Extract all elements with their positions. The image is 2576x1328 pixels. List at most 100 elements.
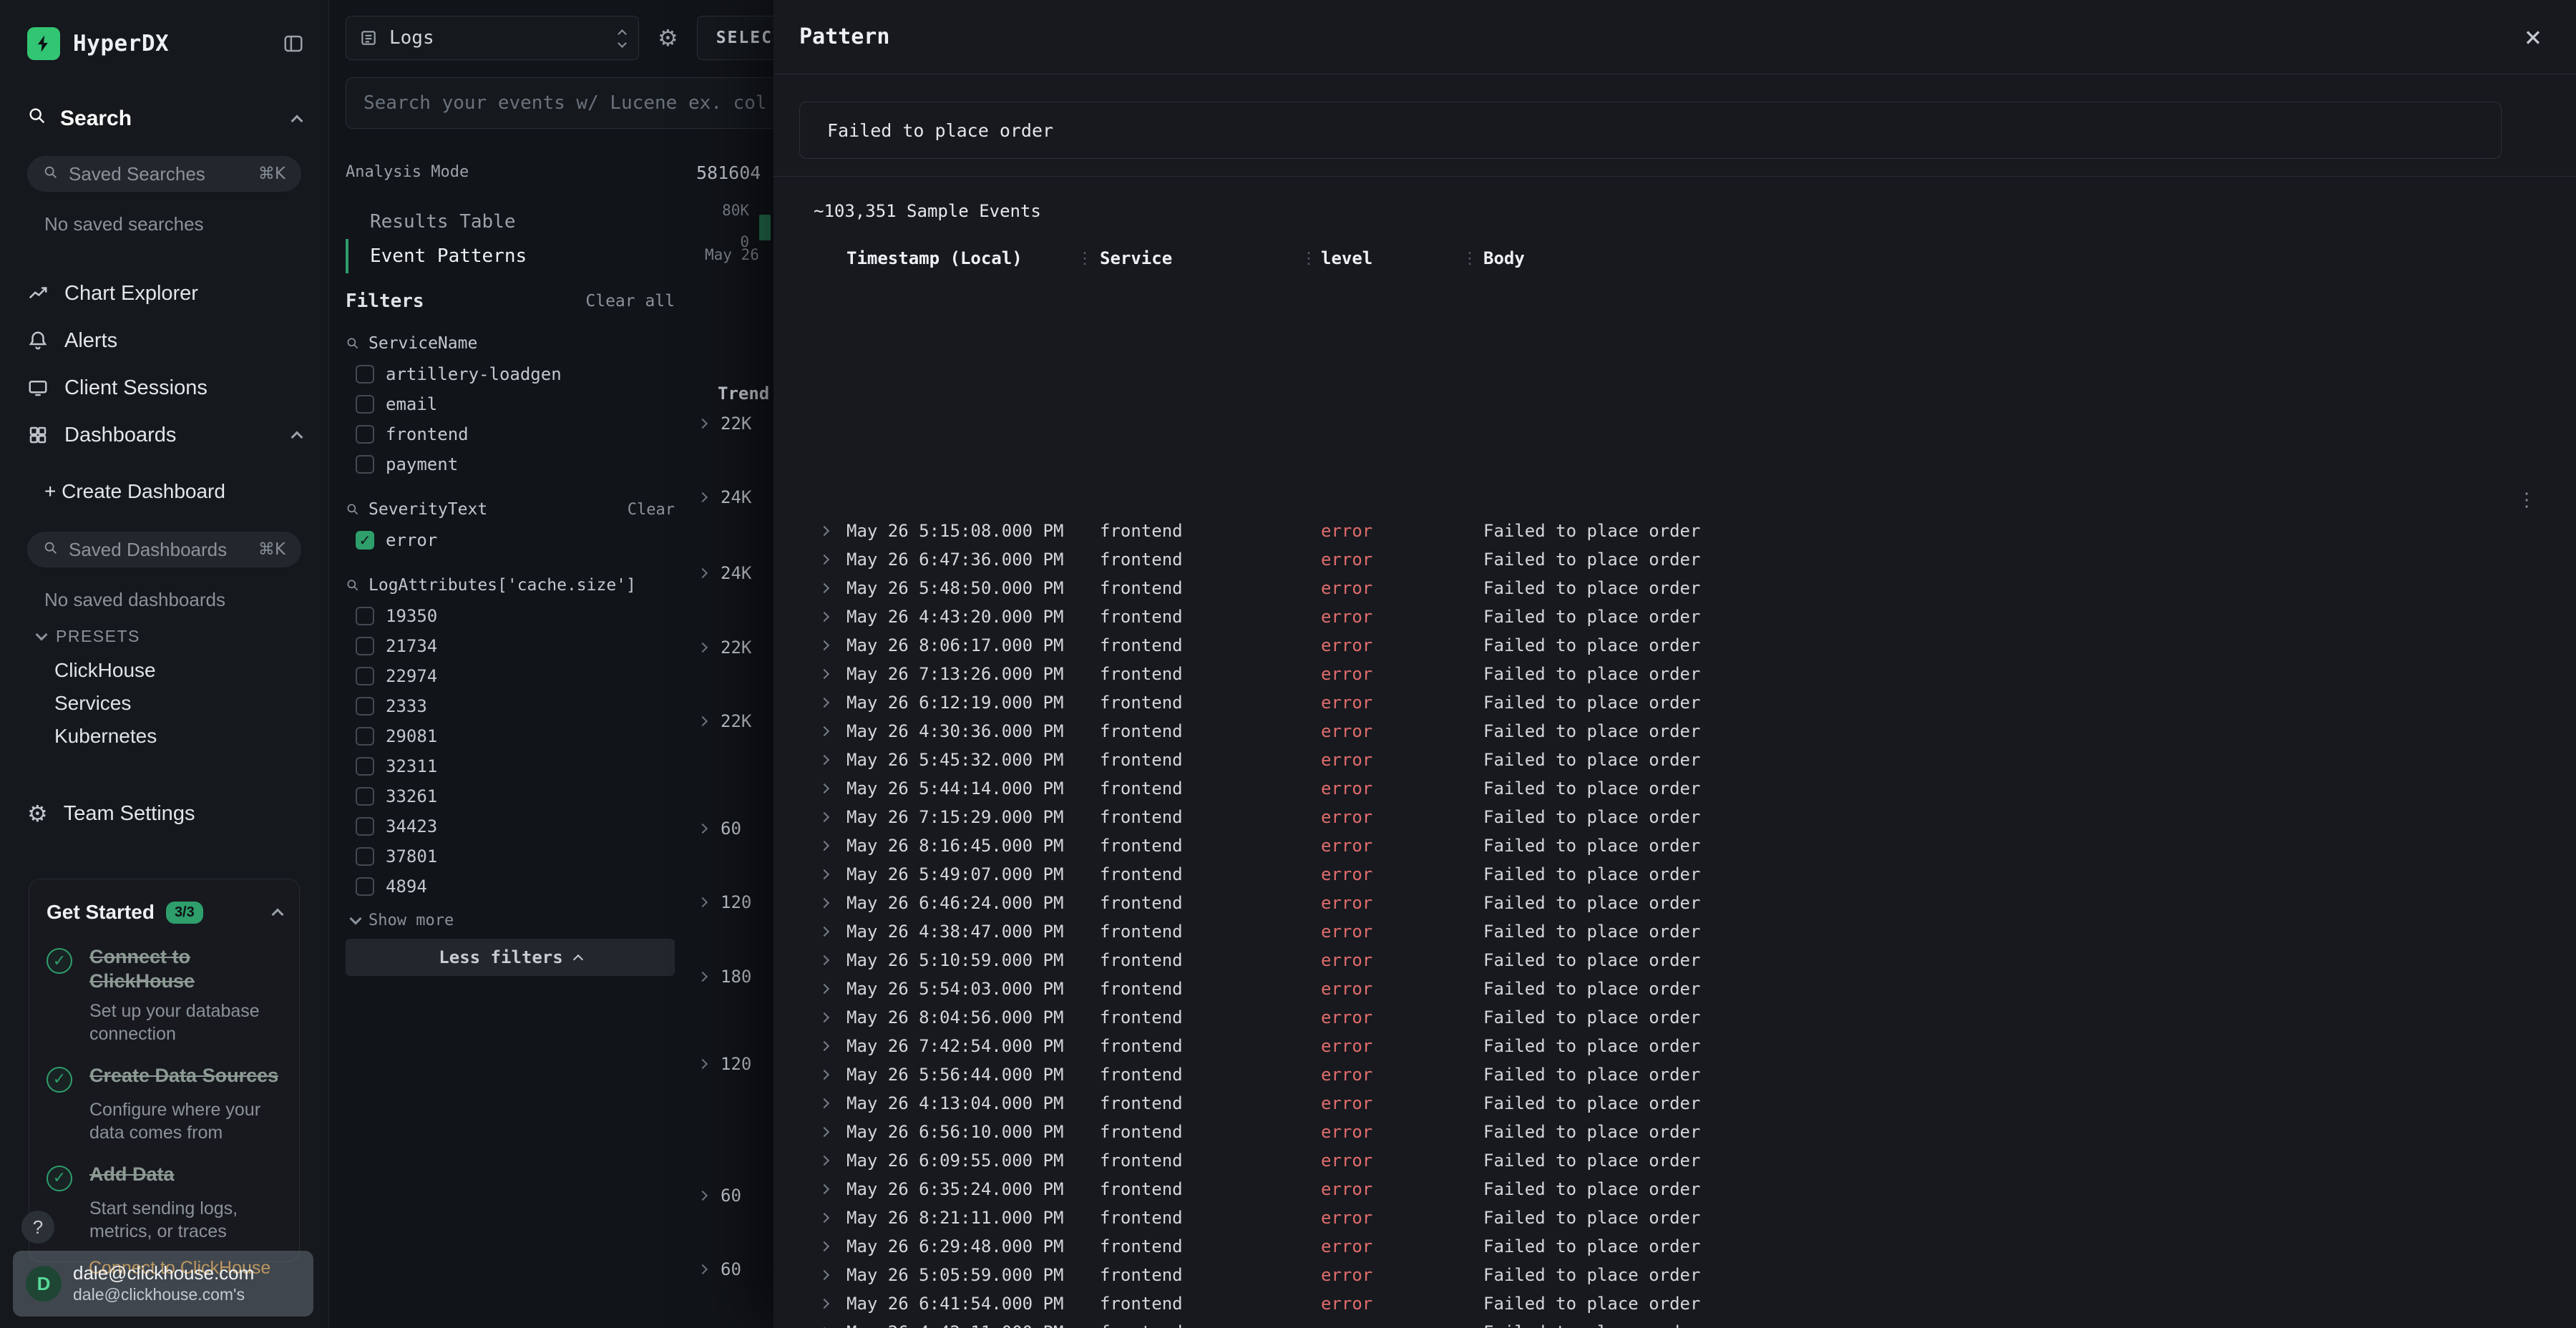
source-select[interactable]: Logs	[346, 16, 639, 60]
chevron-right-icon[interactable]	[819, 1270, 829, 1280]
event-row[interactable]: May 26 8:04:56.000 PMfrontenderrorFailed…	[774, 1003, 2576, 1032]
event-row[interactable]: May 26 5:54:03.000 PMfrontenderrorFailed…	[774, 975, 2576, 1003]
get-started-header[interactable]: Get Started 3/3	[47, 898, 282, 927]
checkbox[interactable]	[356, 455, 374, 474]
chevron-right-icon[interactable]	[819, 984, 829, 994]
chevron-right-icon[interactable]	[819, 1184, 829, 1194]
checkbox[interactable]	[356, 727, 374, 746]
chevron-right-icon[interactable]	[819, 955, 829, 965]
column-resize-icon[interactable]: ⋮	[1077, 250, 1100, 268]
pattern-row-fragment[interactable]: 24K	[699, 485, 751, 509]
event-row[interactable]: May 26 6:09:55.000 PMfrontenderrorFailed…	[774, 1146, 2576, 1175]
analysis-option-event-patterns[interactable]: Event Patterns	[346, 239, 675, 273]
help-button[interactable]: ?	[21, 1211, 54, 1244]
event-row[interactable]: May 26 4:42:11.000 PMfrontenderrorFailed…	[774, 1318, 2576, 1328]
chevron-right-icon[interactable]	[819, 698, 829, 708]
event-row[interactable]: May 26 6:35:24.000 PMfrontenderrorFailed…	[774, 1175, 2576, 1204]
filter-checkbox-row[interactable]: 2333	[346, 691, 675, 721]
checkbox[interactable]	[356, 667, 374, 685]
filter-checkbox-row[interactable]: 22974	[346, 661, 675, 691]
event-row[interactable]: May 26 5:48:50.000 PMfrontenderrorFailed…	[774, 574, 2576, 602]
event-row[interactable]: May 26 5:10:59.000 PMfrontenderrorFailed…	[774, 946, 2576, 975]
chevron-right-icon[interactable]	[819, 1127, 829, 1137]
event-row[interactable]: May 26 5:15:08.000 PMfrontenderrorFailed…	[774, 517, 2576, 545]
sidebar-item-team-settings[interactable]: ⚙ Team Settings	[0, 790, 328, 837]
chevron-right-icon[interactable]	[819, 1070, 829, 1080]
show-more-toggle[interactable]: Show more	[346, 904, 675, 936]
event-row[interactable]: May 26 8:16:45.000 PMfrontenderrorFailed…	[774, 831, 2576, 860]
event-row[interactable]: May 26 6:47:36.000 PMfrontenderrorFailed…	[774, 545, 2576, 574]
checkbox[interactable]	[356, 697, 374, 716]
get-started-item-create-data-sources[interactable]: ✓Create Data SourcesConfigure where your…	[47, 1064, 282, 1144]
col-header-body[interactable]: Body	[1483, 248, 2576, 268]
sidebar-item-chart-explorer[interactable]: Chart Explorer	[0, 270, 328, 317]
chevron-right-icon[interactable]	[819, 1299, 829, 1309]
event-row[interactable]: May 26 7:13:26.000 PMfrontenderrorFailed…	[774, 660, 2576, 688]
collapse-sidebar-icon[interactable]	[283, 33, 304, 54]
chevron-right-icon[interactable]	[819, 783, 829, 794]
event-row[interactable]: May 26 5:49:07.000 PMfrontenderrorFailed…	[774, 860, 2576, 889]
less-filters-button[interactable]: Less filters	[346, 939, 675, 976]
preset-item-kubernetes[interactable]: Kubernetes	[0, 720, 328, 753]
event-row[interactable]: May 26 6:46:24.000 PMfrontenderrorFailed…	[774, 889, 2576, 917]
pattern-row-fragment[interactable]: 60	[699, 1183, 741, 1208]
event-row[interactable]: May 26 6:41:54.000 PMfrontenderrorFailed…	[774, 1289, 2576, 1318]
checkbox[interactable]	[356, 757, 374, 776]
filter-checkbox-row[interactable]: 37801	[346, 841, 675, 872]
checkbox[interactable]	[356, 531, 374, 550]
pattern-row-fragment[interactable]: 24K	[699, 561, 751, 585]
pattern-row-fragment[interactable]: 60	[699, 816, 741, 841]
checkbox[interactable]	[356, 877, 374, 896]
checkbox[interactable]	[356, 425, 374, 444]
chevron-right-icon[interactable]	[819, 1213, 829, 1223]
filter-checkbox-row[interactable]: 32311	[346, 751, 675, 781]
pattern-row-fragment[interactable]: 120	[699, 1052, 751, 1076]
column-resize-icon[interactable]: ⋮	[1301, 250, 1321, 268]
event-row[interactable]: May 26 5:05:59.000 PMfrontenderrorFailed…	[774, 1261, 2576, 1289]
sidebar-item-client-sessions[interactable]: Client Sessions	[0, 364, 328, 411]
chevron-right-icon[interactable]	[819, 555, 829, 565]
pattern-row-fragment[interactable]: 120	[699, 890, 751, 914]
analysis-option-results-table[interactable]: Results Table	[346, 205, 675, 239]
checkbox[interactable]	[356, 637, 374, 655]
close-icon[interactable]: ×	[2524, 23, 2542, 52]
user-menu[interactable]: D dale@clickhouse.com dale@clickhouse.co…	[13, 1251, 313, 1317]
filter-checkbox-row[interactable]: error	[346, 525, 675, 555]
filter-checkbox-row[interactable]: frontend	[346, 419, 675, 449]
filter-checkbox-row[interactable]: 33261	[346, 781, 675, 811]
pattern-row-fragment[interactable]: 22K	[699, 635, 751, 660]
chevron-right-icon[interactable]	[819, 841, 829, 851]
chevron-right-icon[interactable]	[819, 1098, 829, 1108]
filter-checkbox-row[interactable]: 19350	[346, 601, 675, 631]
pattern-row-fragment[interactable]: 22K	[699, 709, 751, 733]
column-resize-icon[interactable]: ⋮	[1462, 250, 1483, 268]
chevron-right-icon[interactable]	[819, 640, 829, 650]
checkbox[interactable]	[356, 787, 374, 806]
pattern-row-fragment[interactable]: 60	[699, 1257, 741, 1281]
col-header-level[interactable]: level	[1321, 248, 1462, 268]
col-header-service[interactable]: Service	[1100, 248, 1301, 268]
chevron-right-icon[interactable]	[819, 812, 829, 822]
event-row[interactable]: May 26 8:06:17.000 PMfrontenderrorFailed…	[774, 631, 2576, 660]
sidebar-item-dashboards[interactable]: Dashboards	[0, 411, 328, 459]
source-settings-gear-icon[interactable]: ⚙	[658, 26, 678, 49]
pattern-row-fragment[interactable]: 180	[699, 965, 751, 989]
preset-item-services[interactable]: Services	[0, 687, 328, 720]
chevron-right-icon[interactable]	[819, 898, 829, 908]
filter-checkbox-row[interactable]: 4894	[346, 872, 675, 902]
clear-filter-link[interactable]: Clear	[628, 501, 675, 519]
event-row[interactable]: May 26 5:56:44.000 PMfrontenderrorFailed…	[774, 1060, 2576, 1089]
event-row[interactable]: May 26 4:13:04.000 PMfrontenderrorFailed…	[774, 1089, 2576, 1118]
event-row[interactable]: May 26 5:45:32.000 PMfrontenderrorFailed…	[774, 746, 2576, 774]
event-row[interactable]: May 26 7:42:54.000 PMfrontenderrorFailed…	[774, 1032, 2576, 1060]
filter-checkbox-row[interactable]: payment	[346, 449, 675, 479]
checkbox[interactable]	[356, 365, 374, 384]
get-started-item-connect-to-clickhouse[interactable]: ✓Connect to ClickHouseSet up your databa…	[47, 945, 282, 1045]
chevron-right-icon[interactable]	[819, 612, 829, 622]
event-row[interactable]: May 26 4:43:20.000 PMfrontenderrorFailed…	[774, 602, 2576, 631]
create-dashboard-button[interactable]: + Create Dashboard	[0, 470, 328, 513]
chevron-right-icon[interactable]	[819, 526, 829, 536]
saved-dashboards-input[interactable]: Saved Dashboards ⌘K	[27, 532, 301, 567]
table-settings-icon[interactable]: ⋮	[2517, 484, 2536, 517]
checkbox[interactable]	[356, 847, 374, 866]
